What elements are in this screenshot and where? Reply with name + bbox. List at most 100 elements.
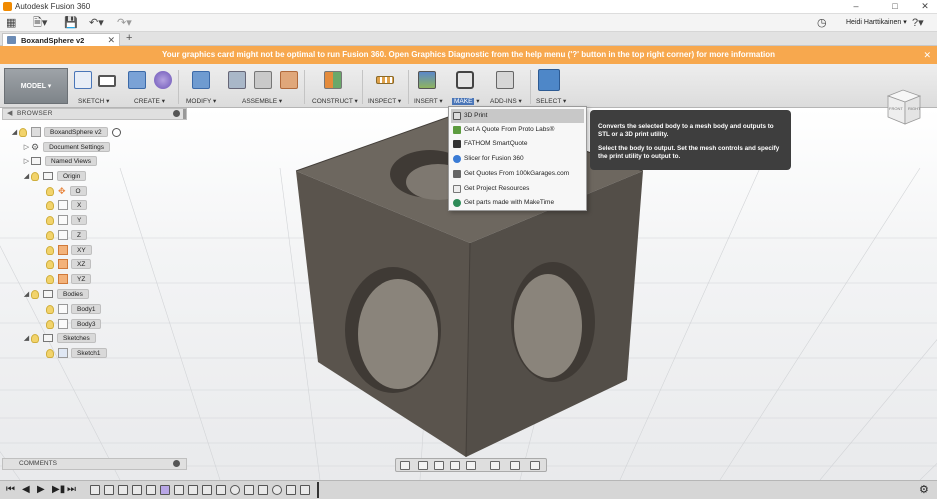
timeline-feature-icon[interactable]: [174, 485, 184, 495]
make-group[interactable]: MAKE ▾: [450, 68, 484, 106]
visibility-bulb-icon[interactable]: [46, 200, 54, 210]
tree-axis-z[interactable]: Z: [46, 229, 87, 241]
inspect-group[interactable]: INSPECT ▾: [366, 68, 406, 106]
timeline-feature-icon[interactable]: [104, 485, 114, 495]
menu-item-fathom[interactable]: FATHOM SmartQuote: [451, 137, 584, 151]
redo-icon[interactable]: ↷▾: [117, 17, 132, 29]
insert-label[interactable]: INSERT ▾: [414, 97, 443, 105]
document-tab[interactable]: BoxandSphere v2 ✕: [2, 33, 120, 46]
timeline-feature-icon[interactable]: [300, 485, 310, 495]
view-cube-right[interactable]: RIGHT: [908, 106, 920, 111]
save-icon[interactable]: 💾: [64, 17, 78, 29]
step-back-icon[interactable]: ◀: [22, 485, 30, 495]
rectangle-icon[interactable]: [98, 75, 116, 87]
sketch-label[interactable]: SKETCH ▾: [78, 97, 109, 105]
menu-item-maketime[interactable]: Get parts made with MakeTime: [451, 196, 584, 210]
timeline-feature-icon[interactable]: [188, 485, 198, 495]
job-status-icon[interactable]: ◷: [817, 17, 827, 29]
tree-plane-xy[interactable]: XY: [46, 244, 92, 256]
timeline-feature-icon[interactable]: [160, 485, 170, 495]
tree-body3[interactable]: Body3: [46, 318, 102, 330]
visibility-bulb-icon[interactable]: [46, 245, 54, 255]
look-at-icon[interactable]: [418, 461, 428, 470]
press-pull-icon[interactable]: [192, 71, 210, 89]
panel-resize-handle[interactable]: [183, 109, 186, 119]
form-icon[interactable]: [154, 71, 172, 89]
visibility-bulb-icon[interactable]: [31, 171, 39, 181]
timeline-settings-icon[interactable]: ⚙: [919, 485, 929, 496]
viewports-icon[interactable]: [530, 461, 540, 470]
insert-image-icon[interactable]: [418, 71, 436, 89]
tree-plane-xz[interactable]: XZ: [46, 258, 92, 270]
display-settings-icon[interactable]: [490, 461, 500, 470]
minimize-button[interactable]: –: [846, 1, 866, 11]
close-window-button[interactable]: ✕: [915, 1, 935, 12]
timeline-feature-icon[interactable]: [90, 485, 100, 495]
pin-icon[interactable]: [173, 460, 180, 467]
timeline-feature-icon[interactable]: [202, 485, 212, 495]
tree-axis-y[interactable]: Y: [46, 214, 88, 226]
timeline-feature-icon[interactable]: [244, 485, 254, 495]
timeline-feature-icon[interactable]: [272, 485, 282, 495]
tree-named-views[interactable]: ▷ Named Views: [22, 155, 97, 167]
visibility-bulb-icon[interactable]: [46, 348, 54, 358]
timeline-marker[interactable]: [317, 482, 323, 498]
select-arrow-icon[interactable]: [538, 69, 560, 91]
app-grid-icon[interactable]: ▦: [6, 17, 16, 29]
insert-group[interactable]: INSERT ▾: [412, 68, 444, 106]
construct-label[interactable]: CONSTRUCT ▾: [312, 97, 358, 105]
select-group[interactable]: SELECT ▾: [534, 68, 570, 106]
offset-plane-icon[interactable]: [324, 71, 342, 89]
visibility-bulb-icon[interactable]: [19, 127, 27, 137]
close-tab-icon[interactable]: ✕: [107, 35, 115, 46]
construct-group[interactable]: CONSTRUCT ▾: [310, 68, 358, 106]
modify-group[interactable]: MODIFY ▾: [184, 68, 220, 106]
create-label[interactable]: CREATE ▾: [134, 97, 165, 105]
timeline-feature-icon[interactable]: [230, 485, 240, 495]
tree-bodies[interactable]: ◢ Bodies: [22, 288, 89, 300]
as-built-joint-icon[interactable]: [280, 71, 298, 89]
menu-item-slicer[interactable]: Slicer for Fusion 360: [451, 152, 584, 166]
comments-panel-header[interactable]: COMMENTS: [2, 458, 187, 470]
tree-origin-point[interactable]: ✥ O: [46, 185, 87, 197]
activate-radio-icon[interactable]: [111, 127, 121, 137]
collapse-arrow-icon[interactable]: ◀: [7, 109, 12, 117]
create-group[interactable]: CREATE ▾: [126, 68, 176, 106]
visibility-bulb-icon[interactable]: [46, 186, 54, 196]
modify-label[interactable]: MODIFY ▾: [186, 97, 216, 105]
timeline-feature-icon[interactable]: [216, 485, 226, 495]
visibility-bulb-icon[interactable]: [46, 319, 54, 329]
tree-axis-x[interactable]: X: [46, 199, 88, 211]
visibility-bulb-icon[interactable]: [46, 304, 54, 314]
help-icon[interactable]: ?▾: [912, 17, 924, 29]
timeline-feature-icon[interactable]: [286, 485, 296, 495]
visibility-bulb-icon[interactable]: [31, 333, 39, 343]
timeline-feature-icon[interactable]: [132, 485, 142, 495]
go-to-start-icon[interactable]: ⏮: [6, 485, 15, 495]
maximize-button[interactable]: □: [885, 1, 905, 11]
fit-icon[interactable]: [466, 461, 476, 470]
go-to-end-icon[interactable]: ⏭: [67, 485, 76, 495]
user-account-menu[interactable]: Heidi Harttikainen ▾: [846, 18, 907, 26]
select-label[interactable]: SELECT ▾: [536, 97, 566, 105]
timeline-feature-icon[interactable]: [258, 485, 268, 495]
extrude-icon[interactable]: [128, 71, 146, 89]
joint-icon[interactable]: [254, 71, 272, 89]
tree-sketch1[interactable]: Sketch1: [46, 347, 107, 359]
inspect-label[interactable]: INSPECT ▾: [368, 97, 401, 105]
browser-panel-header[interactable]: ◀ BROWSER: [2, 108, 187, 120]
timeline-feature-icon[interactable]: [118, 485, 128, 495]
addins-group[interactable]: ADD-INS ▾: [488, 68, 528, 106]
tree-sketches[interactable]: ◢ Sketches: [22, 332, 96, 344]
view-cube[interactable]: FRONT RIGHT: [880, 86, 926, 130]
sketch-group[interactable]: SKETCH ▾: [72, 68, 122, 106]
menu-item-100kgarages[interactable]: Get Quotes From 100kGarages.com: [451, 167, 584, 181]
addins-label[interactable]: ADD-INS ▾: [490, 97, 522, 105]
workspace-switcher[interactable]: MODEL ▾: [4, 68, 68, 104]
tree-document-settings[interactable]: ▷ ⚙ Document Settings: [22, 141, 110, 153]
view-cube-front[interactable]: FRONT: [889, 106, 903, 111]
3d-print-icon[interactable]: [456, 71, 474, 89]
assemble-label[interactable]: ASSEMBLE ▾: [242, 97, 282, 105]
make-label[interactable]: MAKE ▾: [452, 97, 480, 105]
zoom-icon[interactable]: [450, 461, 460, 470]
